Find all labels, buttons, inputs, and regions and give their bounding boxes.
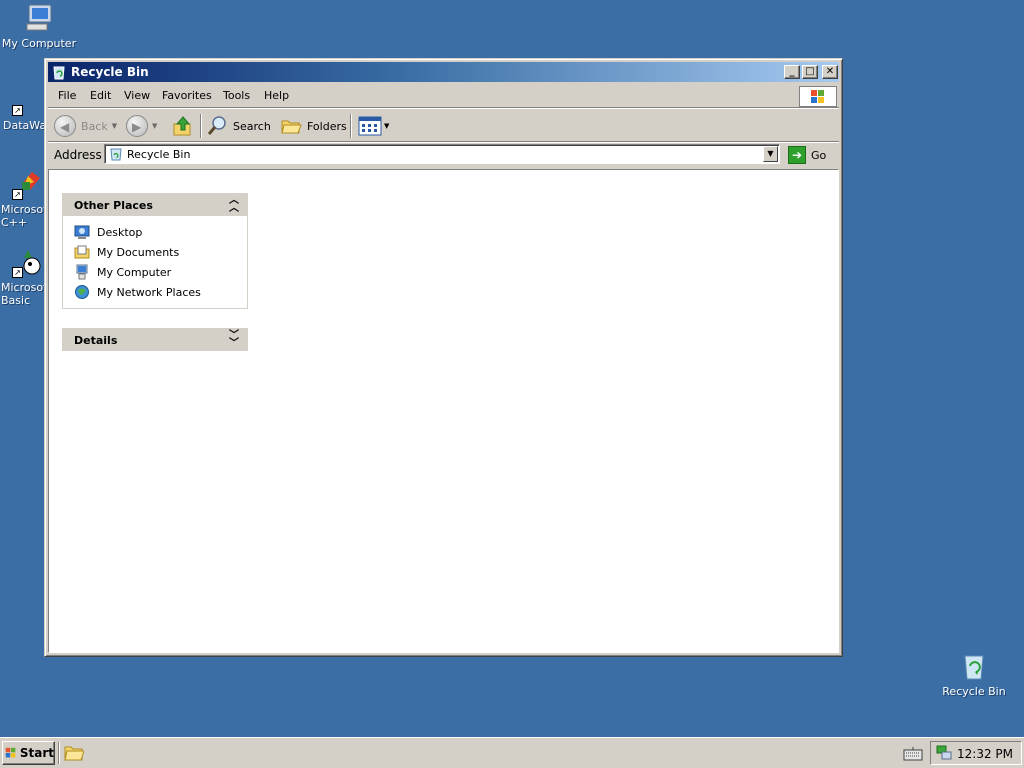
recycle-bin-icon xyxy=(110,148,122,161)
other-places-header[interactable]: Other Places ︿ ︿ xyxy=(62,193,248,216)
forward-dropdown-icon[interactable]: ▼ xyxy=(152,122,157,130)
shortcut-arrow-icon: ↗ xyxy=(12,189,23,200)
windows-logo-icon xyxy=(799,86,837,107)
datawa-shortcut-icon: ↗ xyxy=(12,84,44,116)
visual-basic-icon: ↗ xyxy=(12,246,44,278)
forward-button[interactable]: ▶ ▼ xyxy=(126,114,157,138)
standard-toolbar: ◀ Back ▼ ▶ ▼ Search Folders ▼ xyxy=(48,109,839,141)
quicklaunch-explorer[interactable] xyxy=(64,744,85,762)
expand-chevron-icon[interactable]: ﹀ ﹀ xyxy=(229,331,239,349)
network-places-icon xyxy=(75,285,89,299)
details-title: Details xyxy=(74,334,118,347)
recycle-bin-icon xyxy=(958,650,990,682)
menu-tools[interactable]: Tools xyxy=(223,89,250,102)
place-label: My Network Places xyxy=(97,286,201,299)
folders-button[interactable]: Folders xyxy=(280,114,347,138)
menu-edit[interactable]: Edit xyxy=(90,89,111,102)
place-label: My Computer xyxy=(97,266,172,279)
other-places-title: Other Places xyxy=(74,199,153,212)
place-my-computer[interactable]: My Computer xyxy=(63,262,247,282)
window-titlebar[interactable]: Recycle Bin _ □ ✕ xyxy=(48,62,839,82)
quicklaunch-separator xyxy=(58,742,60,764)
folder-content-area[interactable]: Other Places ︿ ︿ Desktop My Documents My… xyxy=(48,169,839,653)
folders-label: Folders xyxy=(307,119,347,133)
toolbar-separator xyxy=(350,114,352,138)
my-computer-icon xyxy=(76,264,88,280)
address-bar: Address Recycle Bin ▼ ➔ Go xyxy=(48,143,839,167)
shortcut-arrow-icon: ↗ xyxy=(12,105,23,116)
shortcut-arrow-icon: ↗ xyxy=(12,267,23,278)
other-places-panel: Other Places ︿ ︿ Desktop My Documents My… xyxy=(62,193,248,309)
place-label: My Documents xyxy=(97,246,180,259)
toolbar-separator xyxy=(200,114,202,138)
go-label: Go xyxy=(811,148,827,162)
my-computer-icon xyxy=(23,2,55,34)
go-arrow-icon: ➔ xyxy=(788,146,806,164)
up-folder-button[interactable] xyxy=(172,114,194,138)
other-places-list: Desktop My Documents My Computer My Netw… xyxy=(62,216,248,309)
my-documents-icon xyxy=(74,245,90,259)
desktop-icon-label: My Computer xyxy=(1,37,77,50)
menu-file[interactable]: File xyxy=(58,89,76,102)
address-input[interactable]: Recycle Bin ▼ xyxy=(104,144,780,164)
menu-view[interactable]: View xyxy=(124,89,150,102)
clock[interactable]: 12:32 PM xyxy=(957,747,1013,761)
menu-bar: File Edit View Favorites Tools Help xyxy=(48,85,839,107)
minimize-button[interactable]: _ xyxy=(784,65,800,79)
back-arrow-icon: ◀ xyxy=(54,115,76,137)
place-my-documents[interactable]: My Documents xyxy=(63,242,247,262)
recycle-bin-icon xyxy=(53,66,65,80)
back-button[interactable]: ◀ Back ▼ xyxy=(54,114,117,138)
visual-cpp-icon: ↗ xyxy=(12,168,44,200)
place-my-network-places[interactable]: My Network Places xyxy=(63,282,247,302)
search-label: Search xyxy=(233,119,271,133)
menu-help[interactable]: Help xyxy=(264,89,289,102)
desktop-icon-label: Recycle Bin xyxy=(942,685,1006,698)
views-button[interactable]: ▼ xyxy=(358,114,389,138)
back-dropdown-icon[interactable]: ▼ xyxy=(112,122,117,130)
folders-icon xyxy=(281,120,302,134)
windows-flag-icon xyxy=(5,747,16,758)
back-label: Back xyxy=(81,119,108,133)
explorer-window[interactable]: Recycle Bin _ □ ✕ File Edit View Favorit… xyxy=(44,58,843,657)
search-icon xyxy=(207,116,226,135)
menu-favorites[interactable]: Favorites xyxy=(162,89,212,102)
address-dropdown-button[interactable]: ▼ xyxy=(763,146,778,162)
views-dropdown-icon[interactable]: ▼ xyxy=(384,122,389,130)
window-title: Recycle Bin xyxy=(71,65,149,79)
system-tray: 12:32 PM xyxy=(930,741,1022,765)
taskbar: Start 12:32 PM xyxy=(0,737,1024,768)
collapse-chevron-icon[interactable]: ︿ ︿ xyxy=(229,196,239,214)
keyboard-tray-item[interactable] xyxy=(903,746,923,762)
desktop-icon-my-computer[interactable]: My Computer xyxy=(0,2,79,50)
address-label: Address xyxy=(54,148,102,162)
start-label: Start xyxy=(19,746,54,760)
search-button[interactable]: Search xyxy=(206,114,271,138)
maximize-button[interactable]: □ xyxy=(802,65,818,79)
go-button[interactable]: ➔ Go xyxy=(788,145,826,165)
close-button[interactable]: ✕ xyxy=(822,65,838,79)
keyboard-icon xyxy=(903,747,923,761)
details-panel: Details ﹀ ﹀ xyxy=(62,328,248,351)
forward-arrow-icon: ▶ xyxy=(126,115,148,137)
address-value: Recycle Bin xyxy=(127,148,191,161)
place-desktop[interactable]: Desktop xyxy=(63,222,247,242)
network-status-icon[interactable] xyxy=(935,744,953,762)
folder-icon xyxy=(64,746,85,761)
up-folder-icon xyxy=(173,116,191,136)
start-button[interactable]: Start xyxy=(2,741,55,765)
desktop-icon-recycle-bin[interactable]: Recycle Bin xyxy=(934,650,1014,698)
desktop-icon xyxy=(74,225,90,239)
place-label: Desktop xyxy=(97,226,143,239)
views-icon xyxy=(358,116,382,136)
details-header[interactable]: Details ﹀ ﹀ xyxy=(62,328,248,351)
